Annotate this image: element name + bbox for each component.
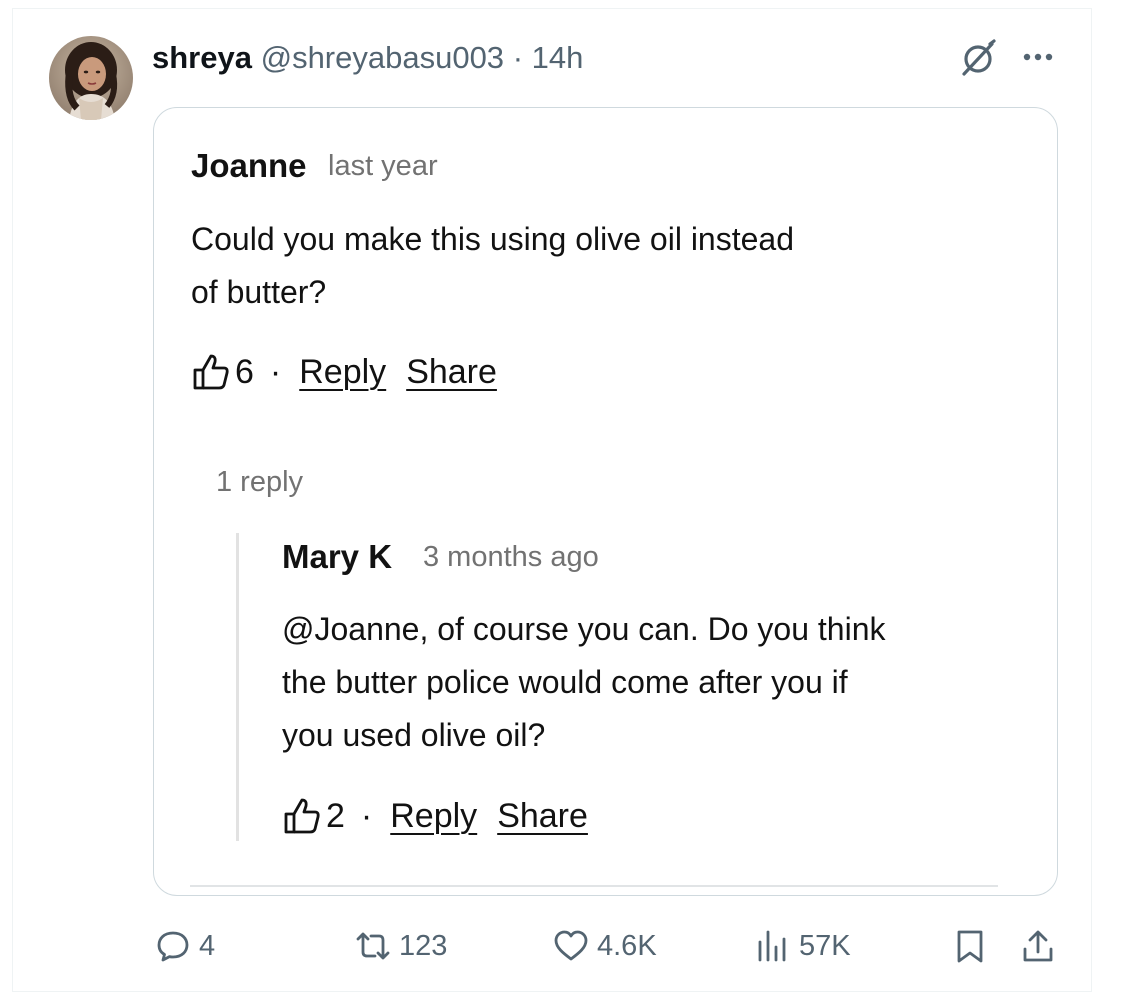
like-button[interactable]: 4.6K <box>553 922 657 970</box>
share-link[interactable]: Share <box>497 797 588 836</box>
share-button[interactable] <box>1020 922 1064 970</box>
reply-text: @Joanne, of course you can. Do you think… <box>282 603 886 762</box>
comment-text-line: of butter? <box>191 274 327 310</box>
thumbs-up-icon[interactable] <box>282 796 322 836</box>
comment-author: Joanne <box>191 147 307 184</box>
action-separator: · <box>269 352 282 391</box>
reply-text-line: @Joanne, of course you can. Do you think <box>282 611 886 647</box>
heart-icon <box>554 930 588 961</box>
thread-line <box>236 533 239 841</box>
reply-text-line: you used olive oil? <box>282 717 546 753</box>
author-handle[interactable]: @shreyabasu003 <box>261 40 504 75</box>
bar-chart-icon <box>758 930 786 962</box>
comment-like-count: 6 <box>235 352 254 391</box>
post-header: shreya @shreyabasu003 · 14h <box>152 38 583 78</box>
header-separator: · <box>512 40 524 75</box>
comment-text-line: Could you make this using olive oil inst… <box>191 221 794 257</box>
avatar-image <box>49 36 133 120</box>
reply-like-count: 2 <box>326 796 345 835</box>
share-link[interactable]: Share <box>406 353 497 392</box>
bookmark-button[interactable] <box>952 922 996 970</box>
reply-author: Mary K <box>282 538 393 575</box>
post-time[interactable]: 14h <box>532 40 584 75</box>
share-upload-icon <box>1023 930 1053 962</box>
repost-button[interactable]: 123 <box>355 922 447 970</box>
bookmark-icon <box>957 930 983 963</box>
repost-count: 123 <box>399 929 448 962</box>
views-button[interactable]: 57K <box>755 922 851 970</box>
speech-bubble-icon <box>157 931 189 962</box>
grok-icon[interactable] <box>958 38 998 78</box>
like-count: 4.6K <box>597 929 657 962</box>
engagement-bar: 4 123 4.6K 57K <box>0 922 1142 970</box>
view-count: 57K <box>799 929 851 962</box>
comment-time: last year <box>328 150 438 182</box>
repost-icon <box>356 932 390 960</box>
comment-text: Could you make this using olive oil inst… <box>191 213 794 319</box>
reply-text-line: the butter police would come after you i… <box>282 664 848 700</box>
reply-count: 4 <box>199 929 216 962</box>
author-name[interactable]: shreya <box>152 40 252 75</box>
avatar[interactable] <box>49 36 133 120</box>
reply-link[interactable]: Reply <box>390 797 477 836</box>
replies-toggle[interactable]: 1 reply <box>216 466 303 499</box>
thumbs-up-icon[interactable] <box>191 352 231 392</box>
reply-time: 3 months ago <box>423 541 599 573</box>
action-separator: · <box>360 796 373 835</box>
reply-link[interactable]: Reply <box>299 353 386 392</box>
reply-button[interactable]: 4 <box>155 922 215 970</box>
card-divider <box>190 885 998 887</box>
reply-actions: 2 · Reply Share <box>282 794 608 838</box>
comment-actions: 6 · Reply Share <box>191 350 517 394</box>
more-dots-icon[interactable] <box>1018 40 1058 74</box>
